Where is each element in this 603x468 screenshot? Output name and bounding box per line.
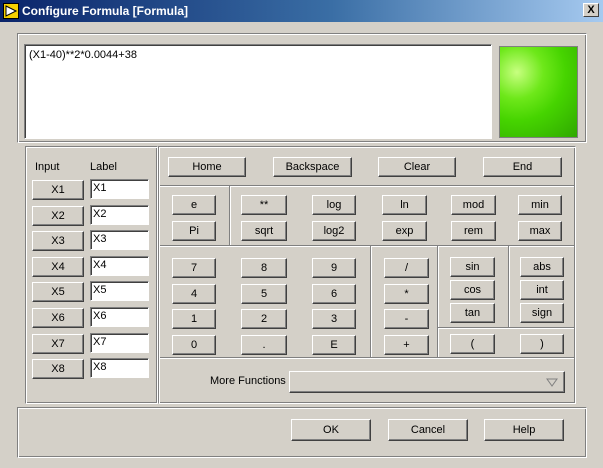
formula-status-indicator <box>499 46 578 138</box>
digit-4-button[interactable]: 4 <box>172 284 216 304</box>
label-x8-field[interactable]: X8 <box>90 358 149 378</box>
digit-1-button[interactable]: 1 <box>172 309 216 329</box>
title-bar: Configure Formula [Formula] X <box>0 0 603 22</box>
divider <box>437 246 439 358</box>
backspace-button[interactable]: Backspace <box>273 157 352 177</box>
home-button[interactable]: Home <box>168 157 246 177</box>
formula-input[interactable]: (X1-40)**2*0.0044+38 <box>24 44 492 139</box>
sin-button[interactable]: sin <box>450 257 495 277</box>
label-x4-field[interactable]: X4 <box>90 256 149 276</box>
digit-5-button[interactable]: 5 <box>241 284 287 304</box>
digit-8-button[interactable]: 8 <box>241 258 287 278</box>
label-x2-field[interactable]: X2 <box>90 205 149 225</box>
input-x6-button[interactable]: X6 <box>32 308 84 328</box>
label-x3-field[interactable]: X3 <box>90 230 149 250</box>
mod-button[interactable]: mod <box>451 195 496 215</box>
log-button[interactable]: log <box>312 195 356 215</box>
divider <box>438 327 574 329</box>
input-x4-button[interactable]: X4 <box>32 257 84 277</box>
close-paren-button[interactable]: ) <box>520 334 564 354</box>
int-button[interactable]: int <box>520 280 564 300</box>
cancel-button[interactable]: Cancel <box>388 419 468 441</box>
window-title: Configure Formula [Formula] <box>22 4 188 18</box>
divider <box>370 246 372 358</box>
sqrt-button[interactable]: sqrt <box>241 221 287 241</box>
rem-button[interactable]: rem <box>451 221 496 241</box>
label-x5-field[interactable]: X5 <box>90 281 149 301</box>
digit-3-button[interactable]: 3 <box>312 309 356 329</box>
divider <box>160 357 574 359</box>
more-functions-label: More Functions <box>210 375 286 387</box>
divider <box>160 185 574 187</box>
add-button[interactable]: + <box>384 335 429 355</box>
sign-button[interactable]: sign <box>520 303 564 323</box>
digit-0-button[interactable]: 0 <box>172 335 216 355</box>
formula-text: (X1-40)**2*0.0044+38 <box>29 49 137 61</box>
divider <box>160 245 574 247</box>
input-x1-button[interactable]: X1 <box>32 180 84 200</box>
input-x7-button[interactable]: X7 <box>32 334 84 354</box>
input-header: Input <box>35 161 60 173</box>
label-x1-field[interactable]: X1 <box>90 179 149 199</box>
dropdown-arrow-icon <box>546 378 558 390</box>
exp-button[interactable]: exp <box>382 221 427 241</box>
digit-9-button[interactable]: 9 <box>312 258 356 278</box>
divider <box>229 186 231 246</box>
power-button[interactable]: ** <box>241 195 287 215</box>
ok-button[interactable]: OK <box>291 419 371 441</box>
close-button[interactable]: X <box>583 3 599 17</box>
end-button[interactable]: End <box>483 157 562 177</box>
app-icon <box>3 3 19 19</box>
max-button[interactable]: max <box>518 221 562 241</box>
e-constant-button[interactable]: e <box>172 195 216 215</box>
divider <box>508 246 510 328</box>
open-paren-button[interactable]: ( <box>450 334 495 354</box>
ln-button[interactable]: ln <box>382 195 427 215</box>
label-header: Label <box>90 161 117 173</box>
digit-6-button[interactable]: 6 <box>312 284 356 304</box>
label-x6-field[interactable]: X6 <box>90 307 149 327</box>
label-x7-field[interactable]: X7 <box>90 333 149 353</box>
input-x5-button[interactable]: X5 <box>32 282 84 302</box>
input-x2-button[interactable]: X2 <box>32 206 84 226</box>
exponent-e-button[interactable]: E <box>312 335 356 355</box>
input-x8-button[interactable]: X8 <box>32 359 84 379</box>
pi-constant-button[interactable]: Pi <box>172 221 216 241</box>
cos-button[interactable]: cos <box>450 280 495 300</box>
subtract-button[interactable]: - <box>384 309 429 329</box>
digit-2-button[interactable]: 2 <box>241 309 287 329</box>
more-functions-dropdown[interactable] <box>289 371 565 393</box>
clear-button[interactable]: Clear <box>378 157 456 177</box>
input-x3-button[interactable]: X3 <box>32 231 84 251</box>
decimal-point-button[interactable]: . <box>241 335 287 355</box>
digit-7-button[interactable]: 7 <box>172 258 216 278</box>
help-button[interactable]: Help <box>484 419 564 441</box>
divide-button[interactable]: / <box>384 258 429 278</box>
min-button[interactable]: min <box>518 195 562 215</box>
multiply-button[interactable]: * <box>384 284 429 304</box>
tan-button[interactable]: tan <box>450 303 495 323</box>
abs-button[interactable]: abs <box>520 257 564 277</box>
log2-button[interactable]: log2 <box>312 221 356 241</box>
